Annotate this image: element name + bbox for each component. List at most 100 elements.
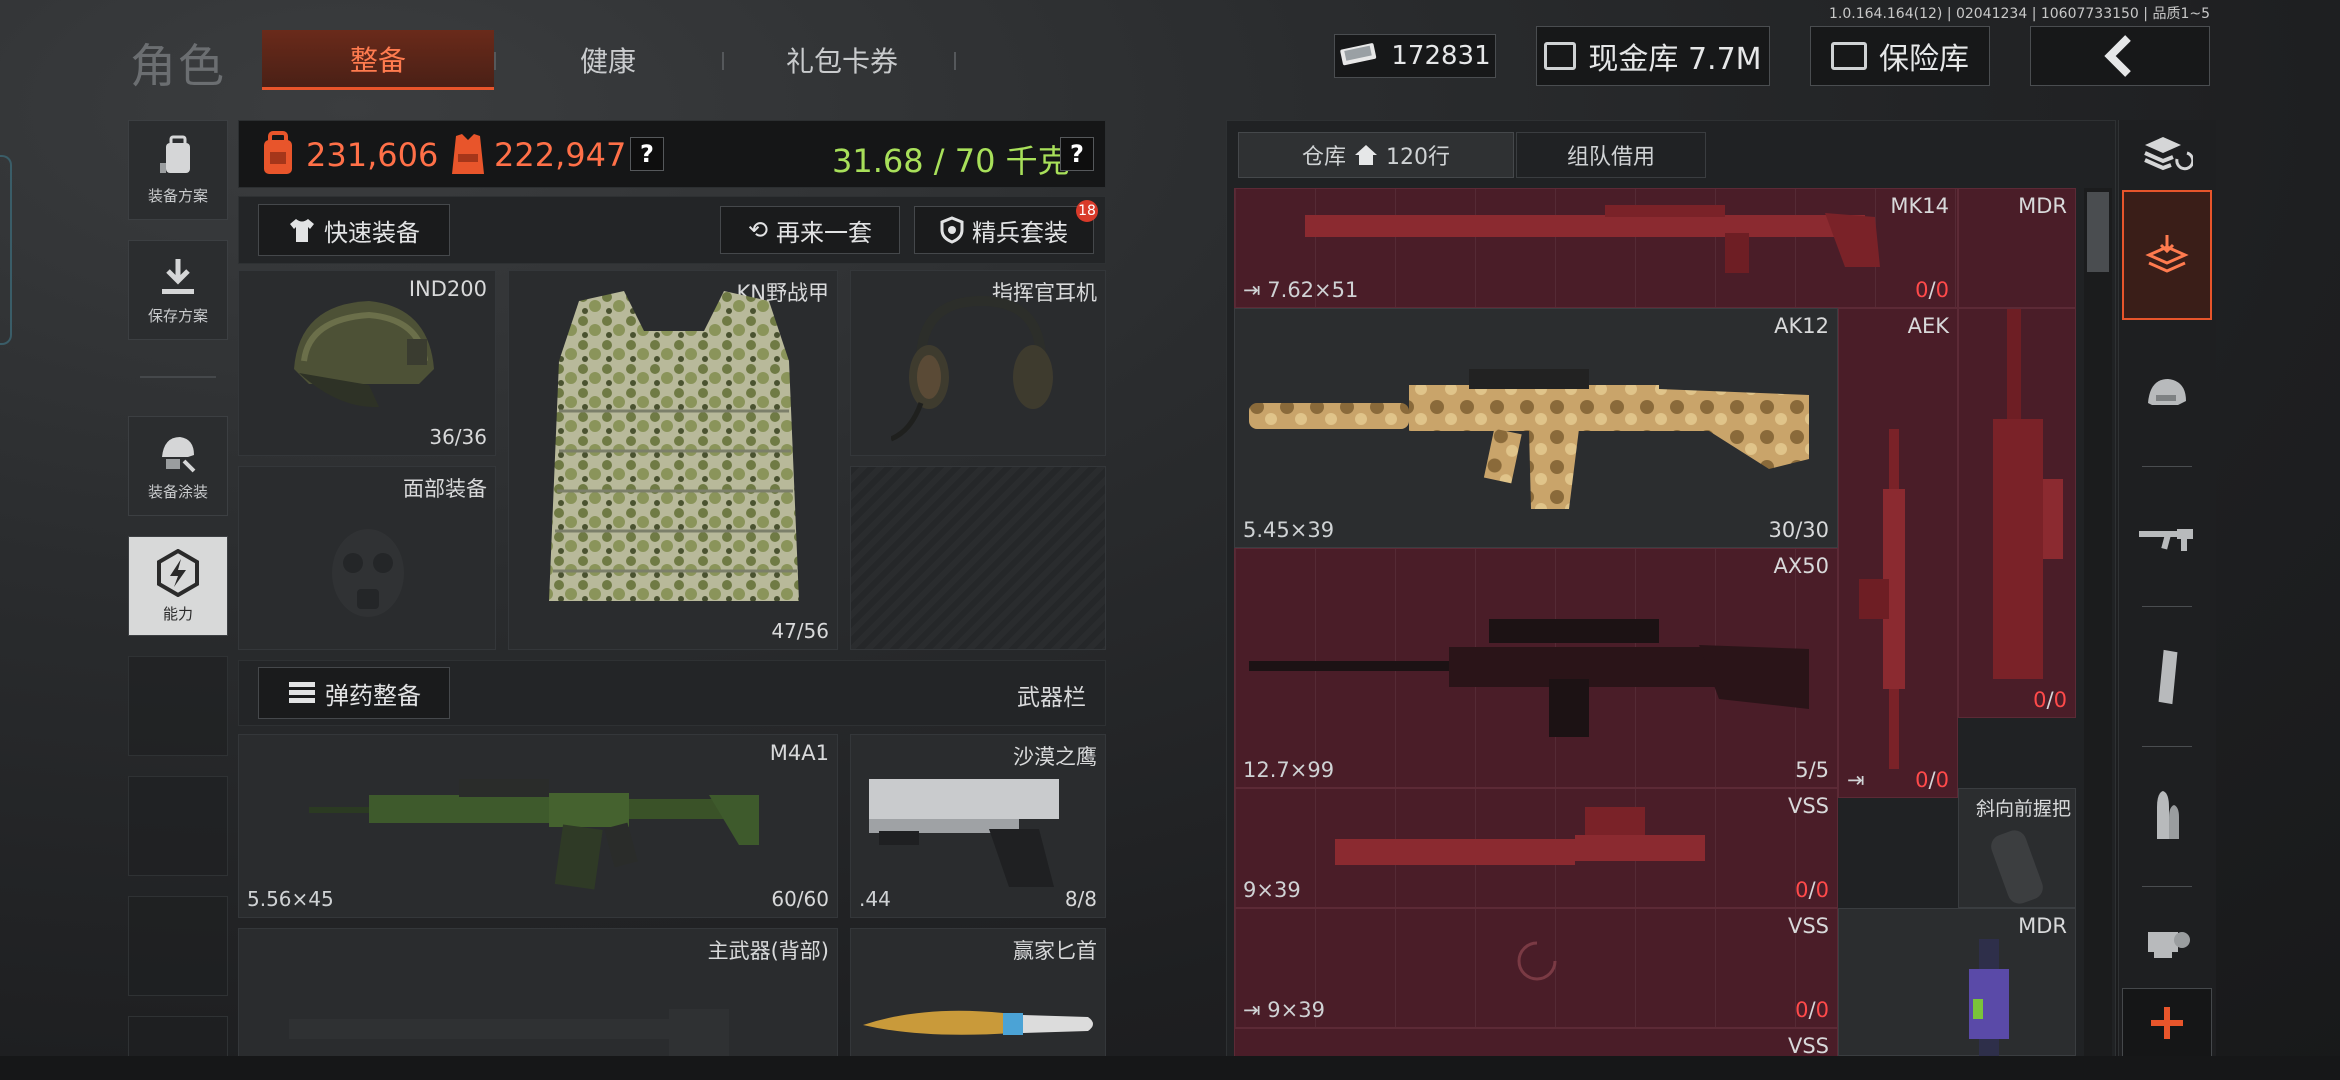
empty-slot <box>128 656 228 756</box>
empty-equip-slot <box>850 466 1106 650</box>
again-label: 再来一套 <box>776 218 873 247</box>
category-all[interactable] <box>2122 190 2212 320</box>
category-helmet[interactable] <box>2122 330 2212 460</box>
add-button[interactable] <box>2122 988 2212 1058</box>
warehouse-item[interactable]: AK12 5.45×39 30/30 <box>1234 308 1838 548</box>
elite-set-label: 精兵套装 <box>972 218 1068 247</box>
tab-team-borrow[interactable]: 组队借用 <box>1516 132 1706 178</box>
bullet-icon <box>2157 791 2179 839</box>
warehouse-item[interactable]: 0/0 <box>1958 308 2076 718</box>
sort-layers-button[interactable] <box>2122 120 2212 186</box>
primary-caliber: 5.56×45 <box>247 887 334 911</box>
category-scope[interactable] <box>2122 892 2212 988</box>
backpack-value-icon <box>264 131 292 174</box>
item-caliber: ⇥ 7.62×51 <box>1243 278 1359 302</box>
face-slot[interactable]: 面部装备 <box>238 466 496 650</box>
primary-ammo-count: 60/60 <box>771 887 829 911</box>
warehouse-item[interactable]: VSS 9×39 0/0 <box>1234 788 1838 908</box>
again-button[interactable]: ⟲ 再来一套 <box>720 206 900 254</box>
tab-equip[interactable]: 整备 <box>262 30 494 90</box>
warehouse-item[interactable]: VSS ⇥ 9×39 0/0 <box>1234 908 1838 1028</box>
headset-slot[interactable]: 指挥官耳机 <box>850 270 1106 456</box>
aek-image <box>1859 429 1905 769</box>
safe-icon <box>1831 42 1867 70</box>
backpack-value: 231,606 <box>306 136 439 174</box>
ability-button[interactable]: 能力 <box>128 536 228 636</box>
sidebar-divider <box>2142 886 2192 887</box>
helmet-icon <box>2148 379 2186 405</box>
save-plan-label: 保存方案 <box>147 306 208 325</box>
safe-button[interactable]: 保险库 <box>1810 26 1990 86</box>
helmet-durability: 36/36 <box>429 425 487 449</box>
warehouse-grid: MK14 ⇥ 7.62×51 0/0 MDR AK12 5.45×39 30/3… <box>1234 188 2076 1056</box>
refresh-icon: ⟲ <box>747 216 769 244</box>
knife-image <box>863 1010 1093 1035</box>
category-ammo[interactable] <box>2122 752 2212 882</box>
vault-icon <box>1544 42 1577 70</box>
ammo-equip-button[interactable]: 弹药整备 <box>258 667 450 719</box>
warehouse-item[interactable]: 斜向前握把 <box>1958 788 2076 908</box>
item-count-current: 0 <box>1795 878 1809 902</box>
item-name: VSS <box>1787 794 1829 818</box>
weight-help-icon[interactable]: ? <box>1060 137 1094 171</box>
scrollbar-thumb[interactable] <box>2087 192 2109 272</box>
armor-slot[interactable]: KN野战甲 47/56 <box>508 270 838 650</box>
helmet-slot[interactable]: IND200 36/36 <box>238 270 496 456</box>
exit-icon: ⇥ <box>1847 768 1865 792</box>
shield-icon <box>940 216 964 244</box>
tab-health[interactable]: 健康 <box>496 30 720 90</box>
category-magazine[interactable] <box>2122 612 2212 742</box>
safe-label: 保险库 <box>1879 42 1969 77</box>
scope-icon <box>2148 932 2190 958</box>
quick-equip-button[interactable]: 快速装备 <box>258 204 450 256</box>
helmet-paint-icon <box>162 436 196 472</box>
empty-slot <box>128 896 228 996</box>
plus-icon <box>2151 1007 2183 1039</box>
storage-rows: 120行 <box>1386 145 1450 170</box>
cash-vault-label: 现金库 7.7M <box>1588 42 1762 77</box>
vest-value: 222,947 <box>494 136 627 174</box>
item-name: AX50 <box>1773 554 1829 578</box>
warehouse-item[interactable]: VSS <box>1234 1028 1838 1056</box>
save-plan-button[interactable]: 保存方案 <box>128 240 228 340</box>
back-weapon-name: 主武器(背部) <box>707 939 829 963</box>
ammo-equip-label: 弹药整备 <box>325 681 421 710</box>
primary-weapon-name: M4A1 <box>769 741 829 765</box>
backpack-icon <box>160 135 190 173</box>
warehouse-item[interactable]: AEK ⇥ 0/0 <box>1838 308 1958 798</box>
item-caliber-value: 7.62×51 <box>1267 278 1359 302</box>
cash-vault-button[interactable]: 现金库 7.7M <box>1536 26 1770 86</box>
ability-icon <box>157 548 199 597</box>
sidebar-divider <box>2142 466 2192 467</box>
warehouse-scrollbar[interactable] <box>2084 188 2112 1056</box>
helmet-image <box>294 301 434 408</box>
warehouse-item[interactable]: MK14 ⇥ 7.62×51 0/0 <box>1234 188 1958 308</box>
item-count: 0/0 <box>1915 278 1949 302</box>
warehouse-item[interactable]: MDR <box>1838 908 2076 1056</box>
item-caliber: 9×39 <box>1243 878 1301 902</box>
elite-set-button[interactable]: 精兵套装 <box>914 206 1094 254</box>
item-count-current: 0 <box>1915 278 1929 302</box>
item-name: AEK <box>1907 314 1949 338</box>
stack-download-icon <box>2145 235 2189 273</box>
cash-icon <box>1339 40 1379 73</box>
tab-gift-coupons[interactable]: 礼包卡券 <box>724 30 960 90</box>
ak12-image <box>1249 369 1809 509</box>
tab-storage[interactable]: 仓库 120行 <box>1238 132 1514 178</box>
pistol-slot[interactable]: 沙漠之鹰 .44 8/8 <box>850 734 1106 918</box>
category-rifle[interactable] <box>2122 472 2212 602</box>
equip-paint-button[interactable]: 装备涂装 <box>128 416 228 516</box>
primary-weapon-slot[interactable]: M4A1 5.56×45 60/60 <box>238 734 838 918</box>
loadout-plan-button[interactable]: 装备方案 <box>128 120 228 220</box>
item-count-max: 0 <box>2053 688 2067 712</box>
bottom-strip <box>0 1056 2340 1080</box>
item-count: 0/0 <box>1795 998 1829 1022</box>
warehouse-item[interactable]: AX50 12.7×99 5/5 <box>1234 548 1838 788</box>
equip-paint-label: 装备涂装 <box>147 482 208 501</box>
mk14-image <box>1305 205 1880 273</box>
item-caliber: ⇥ 9×39 <box>1243 998 1325 1022</box>
back-button[interactable] <box>2030 26 2210 86</box>
side-drawer-handle[interactable] <box>0 155 12 345</box>
warehouse-item[interactable]: MDR <box>1958 188 2076 308</box>
value-help-icon[interactable]: ? <box>630 137 664 171</box>
